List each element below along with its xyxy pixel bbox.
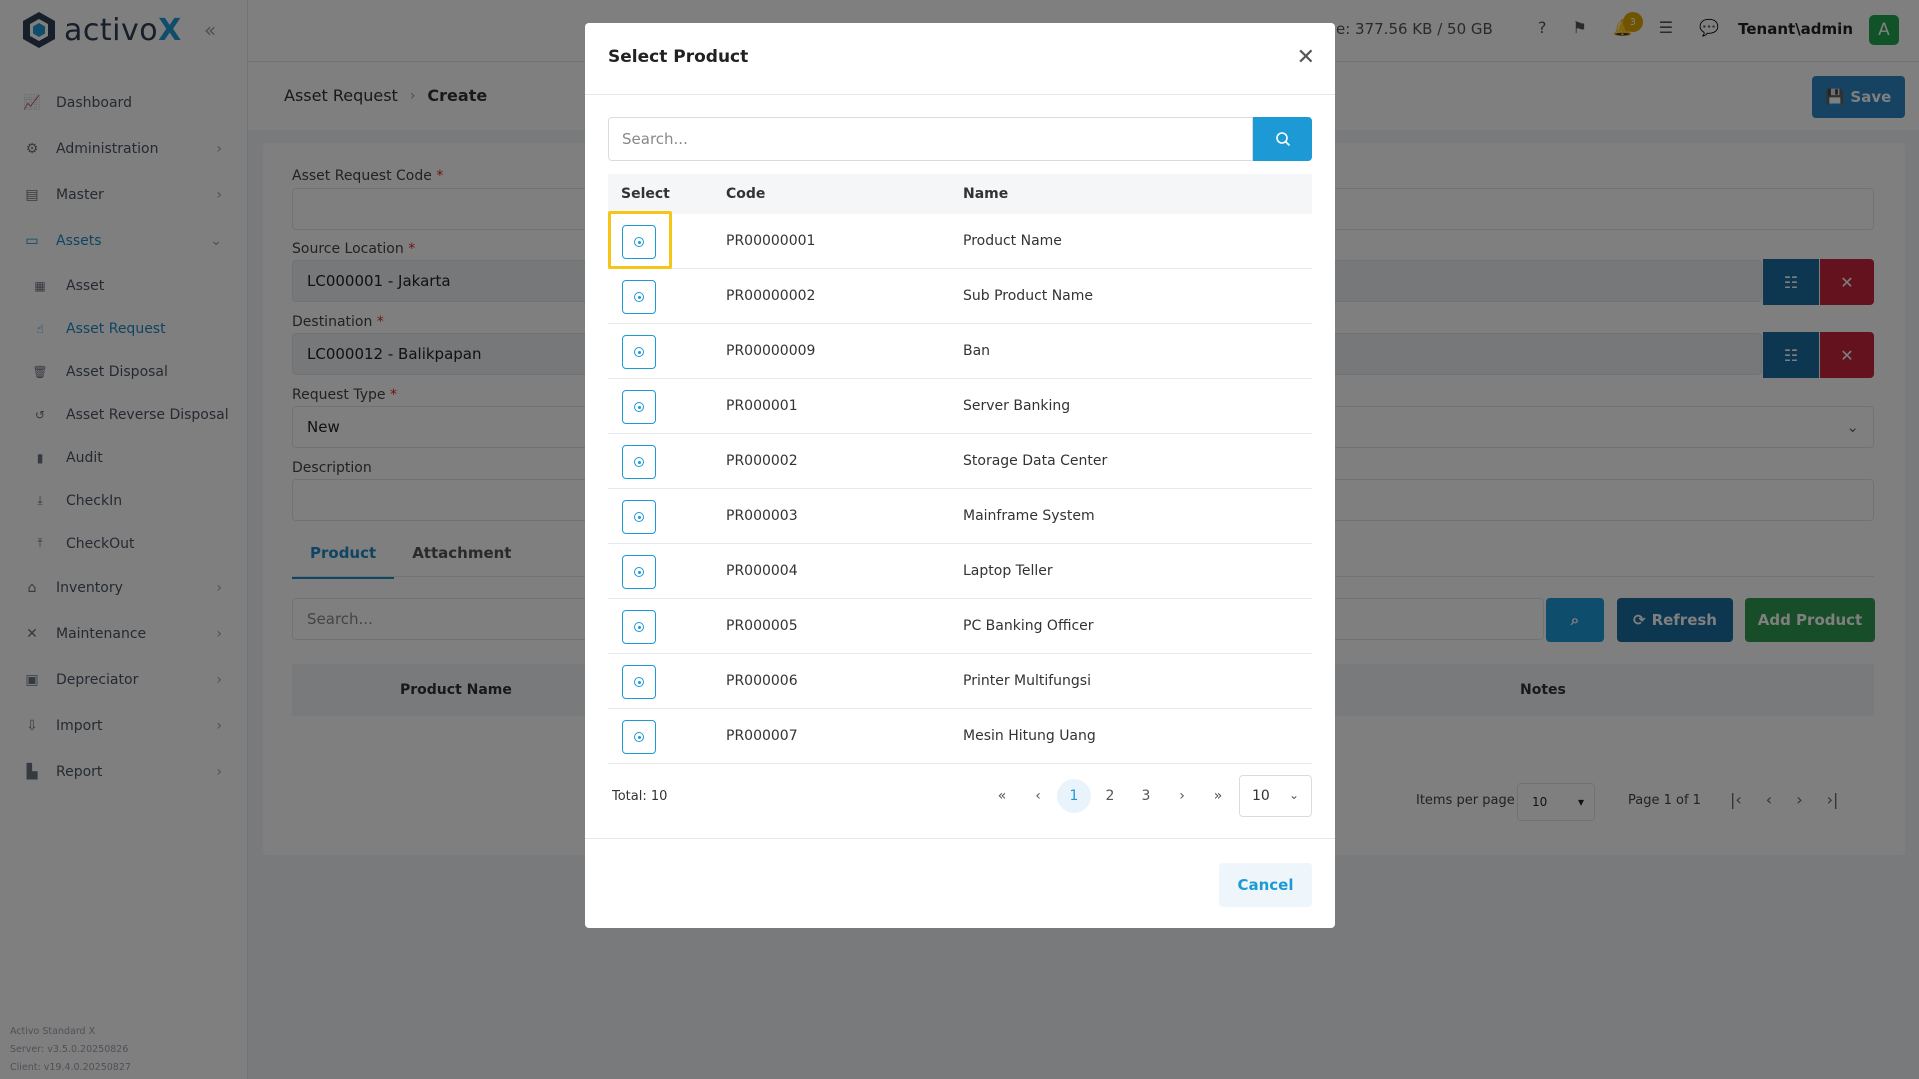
row-code: PR000003 <box>726 508 798 524</box>
prev-page-button[interactable]: ‹ <box>1021 779 1055 813</box>
target-icon <box>634 347 644 357</box>
row-code: PR00000009 <box>726 343 816 359</box>
row-code: PR000005 <box>726 618 798 634</box>
row-name: Mesin Hitung Uang <box>963 728 1096 744</box>
target-icon <box>634 402 644 412</box>
modal-search-button[interactable] <box>1253 117 1312 161</box>
select-row-button[interactable] <box>622 610 656 644</box>
select-product-modal: Select Product ✕ Search... Select Code N… <box>585 23 1335 928</box>
table-row: PR000001 Server Banking <box>608 379 1312 434</box>
target-icon <box>634 677 644 687</box>
row-name: PC Banking Officer <box>963 618 1094 634</box>
row-code: PR000001 <box>726 398 798 414</box>
row-name: Server Banking <box>963 398 1071 414</box>
modal-divider <box>585 94 1335 95</box>
select-row-button[interactable] <box>622 280 656 314</box>
cancel-button[interactable]: Cancel <box>1219 863 1312 907</box>
row-name: Printer Multifungsi <box>963 673 1091 689</box>
target-icon <box>634 512 644 522</box>
select-row-button[interactable] <box>622 445 656 479</box>
select-row-button[interactable] <box>622 500 656 534</box>
select-row-button[interactable] <box>622 390 656 424</box>
target-icon <box>634 457 644 467</box>
chevron-down-icon: ⌄ <box>1288 788 1299 802</box>
table-row: PR00000001 Product Name <box>608 214 1312 269</box>
modal-search-input[interactable]: Search... <box>608 117 1253 161</box>
table-row: PR000007 Mesin Hitung Uang <box>608 709 1312 764</box>
page-size-select[interactable]: 10 ⌄ <box>1239 775 1312 817</box>
page-button-3[interactable]: 3 <box>1129 779 1163 813</box>
row-name: Product Name <box>963 233 1062 249</box>
table-row: PR000006 Printer Multifungsi <box>608 654 1312 709</box>
col-select: Select <box>621 186 670 202</box>
table-row: PR00000002 Sub Product Name <box>608 269 1312 324</box>
target-icon <box>634 622 644 632</box>
first-page-button[interactable]: « <box>985 779 1019 813</box>
row-code: PR000007 <box>726 728 798 744</box>
select-row-button[interactable] <box>622 335 656 369</box>
table-row: PR000004 Laptop Teller <box>608 544 1312 599</box>
select-row-button[interactable] <box>622 555 656 589</box>
total-count: Total: 10 <box>612 789 668 804</box>
row-code: PR000002 <box>726 453 798 469</box>
modal-title: Select Product <box>608 47 749 67</box>
table-row: PR000002 Storage Data Center <box>608 434 1312 489</box>
row-name: Ban <box>963 343 991 359</box>
row-name: Storage Data Center <box>963 453 1108 469</box>
select-row-button[interactable] <box>622 720 656 754</box>
page-button-1[interactable]: 1 <box>1057 779 1091 813</box>
col-code: Code <box>726 186 766 202</box>
page-button-2[interactable]: 2 <box>1093 779 1127 813</box>
modal-table-header: Select Code Name <box>608 174 1312 214</box>
target-icon <box>634 732 644 742</box>
row-code: PR000006 <box>726 673 798 689</box>
last-page-button[interactable]: » <box>1201 779 1235 813</box>
modal-footer-divider <box>585 838 1335 839</box>
table-row: PR000005 PC Banking Officer <box>608 599 1312 654</box>
row-name: Sub Product Name <box>963 288 1094 304</box>
target-icon <box>634 567 644 577</box>
row-code: PR00000002 <box>726 288 816 304</box>
table-row: PR00000009 Ban <box>608 324 1312 379</box>
target-icon <box>634 292 644 302</box>
row-name: Mainframe System <box>963 508 1095 524</box>
select-row-button[interactable] <box>622 665 656 699</box>
close-icon[interactable]: ✕ <box>1297 45 1315 70</box>
row-name: Laptop Teller <box>963 563 1053 579</box>
row-code: PR000004 <box>726 563 798 579</box>
selection-highlight <box>608 211 672 269</box>
table-row: PR000003 Mainframe System <box>608 489 1312 544</box>
col-name: Name <box>963 186 1009 202</box>
row-code: PR00000001 <box>726 233 816 249</box>
next-page-button[interactable]: › <box>1165 779 1199 813</box>
search-icon <box>1275 132 1290 147</box>
